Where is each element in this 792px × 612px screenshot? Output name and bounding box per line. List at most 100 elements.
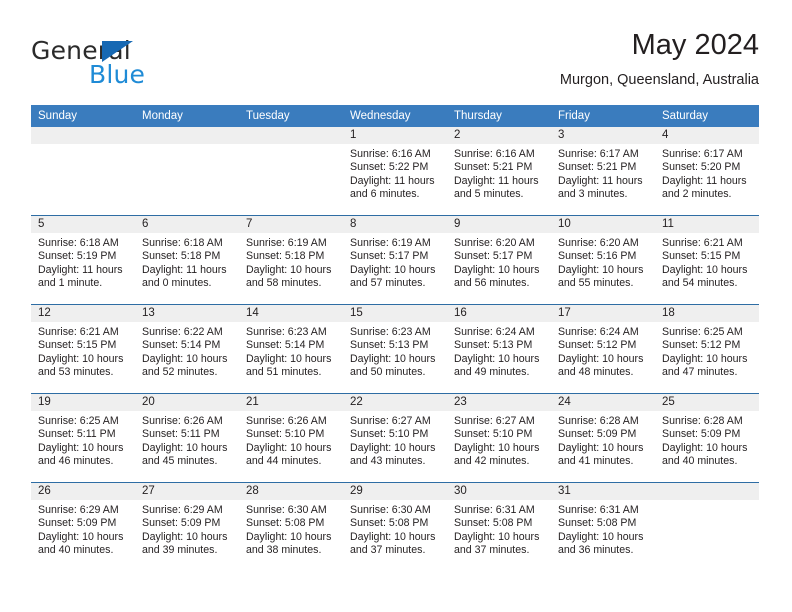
daylight-text-line1: Daylight: 10 hours bbox=[350, 263, 436, 276]
day-sun-info: Sunrise: 6:26 AM Sunset: 5:10 PM Daylight:… bbox=[239, 411, 343, 469]
daylight-text-line2: and 39 minutes. bbox=[142, 544, 218, 557]
day-number: 11 bbox=[655, 216, 759, 233]
daylight-text-line2: and 58 minutes. bbox=[246, 277, 322, 290]
calendar-cell-day[interactable]: 24 Sunrise: 6:28 AM Sunset: 5:09 PM Dayligh… bbox=[551, 393, 655, 483]
calendar-cell-day[interactable]: 9 Sunrise: 6:20 AM Sunset: 5:17 PM Daylight… bbox=[447, 215, 551, 305]
calendar-cell-day[interactable]: 31 Sunrise: 6:31 AM Sunset: 5:08 PM Dayligh… bbox=[551, 482, 655, 571]
day-cell: 26 Sunrise: 6:29 AM Sunset: 5:09 PM Dayligh… bbox=[31, 483, 135, 571]
day-cell: 25 Sunrise: 6:28 AM Sunset: 5:09 PM Dayligh… bbox=[655, 394, 759, 482]
calendar-cell-day[interactable]: 1 Sunrise: 6:16 AM Sunset: 5:22 PM Daylight… bbox=[343, 127, 447, 216]
calendar-cell-day[interactable]: 27 Sunrise: 6:29 AM Sunset: 5:09 PM Dayligh… bbox=[135, 482, 239, 571]
daylight-text-line2: and 45 minutes. bbox=[142, 455, 218, 468]
sunset-text: Sunset: 5:09 PM bbox=[142, 517, 221, 530]
day-sun-info: Sunrise: 6:29 AM Sunset: 5:09 PM Daylight:… bbox=[135, 500, 239, 558]
sunset-text: Sunset: 5:15 PM bbox=[38, 339, 117, 352]
calendar-cell-day[interactable]: 3 Sunrise: 6:17 AM Sunset: 5:21 PM Daylight… bbox=[551, 127, 655, 216]
day-number: 30 bbox=[447, 483, 551, 500]
calendar-cell-day[interactable]: 18 Sunrise: 6:25 AM Sunset: 5:12 PM Dayligh… bbox=[655, 304, 759, 394]
sunrise-text: Sunrise: 6:22 AM bbox=[142, 326, 223, 338]
daylight-text-line1: Daylight: 11 hours bbox=[454, 174, 539, 187]
day-cell: 5 Sunrise: 6:18 AM Sunset: 5:19 PM Daylight… bbox=[31, 216, 135, 304]
calendar-cell-day[interactable]: 11 Sunrise: 6:21 AM Sunset: 5:15 PM Dayligh… bbox=[655, 215, 759, 305]
day-cell: 15 Sunrise: 6:23 AM Sunset: 5:13 PM Dayligh… bbox=[343, 305, 447, 393]
day-number: 27 bbox=[135, 483, 239, 500]
calendar-cell-day[interactable]: 20 Sunrise: 6:26 AM Sunset: 5:11 PM Dayligh… bbox=[135, 393, 239, 483]
calendar-cell-day[interactable]: 5 Sunrise: 6:18 AM Sunset: 5:19 PM Daylight… bbox=[31, 215, 135, 305]
daylight-text-line2: and 40 minutes. bbox=[662, 455, 738, 468]
calendar-cell-day[interactable]: 16 Sunrise: 6:24 AM Sunset: 5:13 PM Dayligh… bbox=[447, 304, 551, 394]
daylight-text-line2: and 2 minutes. bbox=[662, 188, 732, 201]
calendar-cell-day[interactable]: 30 Sunrise: 6:31 AM Sunset: 5:08 PM Dayligh… bbox=[447, 482, 551, 571]
sunset-text: Sunset: 5:16 PM bbox=[558, 250, 637, 263]
day-number: 2 bbox=[447, 127, 551, 144]
calendar-cell-day[interactable]: 17 Sunrise: 6:24 AM Sunset: 5:12 PM Dayligh… bbox=[551, 304, 655, 394]
day-number: 16 bbox=[447, 305, 551, 322]
day-number: 26 bbox=[31, 483, 135, 500]
sunset-text: Sunset: 5:21 PM bbox=[454, 161, 533, 174]
sunrise-text: Sunrise: 6:25 AM bbox=[38, 415, 119, 427]
day-cell: 20 Sunrise: 6:26 AM Sunset: 5:11 PM Dayligh… bbox=[135, 394, 239, 482]
calendar-cell-day[interactable]: 29 Sunrise: 6:30 AM Sunset: 5:08 PM Dayligh… bbox=[343, 482, 447, 571]
daylight-text-line1: Daylight: 10 hours bbox=[558, 352, 644, 365]
calendar-cell-day[interactable]: 13 Sunrise: 6:22 AM Sunset: 5:14 PM Dayligh… bbox=[135, 304, 239, 394]
day-number: 10 bbox=[551, 216, 655, 233]
daylight-text-line2: and 56 minutes. bbox=[454, 277, 530, 290]
day-number: 23 bbox=[447, 394, 551, 411]
calendar-cell-day[interactable]: 8 Sunrise: 6:19 AM Sunset: 5:17 PM Daylight… bbox=[343, 215, 447, 305]
sunrise-text: Sunrise: 6:19 AM bbox=[246, 237, 327, 249]
daylight-text-line1: Daylight: 11 hours bbox=[350, 174, 435, 187]
day-number bbox=[135, 127, 239, 144]
calendar-cell-day[interactable]: 15 Sunrise: 6:23 AM Sunset: 5:13 PM Dayligh… bbox=[343, 304, 447, 394]
calendar-cell-day[interactable]: 7 Sunrise: 6:19 AM Sunset: 5:18 PM Daylight… bbox=[239, 215, 343, 305]
sunrise-text: Sunrise: 6:17 AM bbox=[662, 148, 743, 160]
calendar-cell-day[interactable]: 12 Sunrise: 6:21 AM Sunset: 5:15 PM Dayligh… bbox=[31, 304, 135, 394]
day-sun-info: Sunrise: 6:29 AM Sunset: 5:09 PM Daylight:… bbox=[31, 500, 135, 558]
day-cell: 16 Sunrise: 6:24 AM Sunset: 5:13 PM Dayligh… bbox=[447, 305, 551, 393]
calendar-cell-day[interactable]: 26 Sunrise: 6:29 AM Sunset: 5:09 PM Dayligh… bbox=[31, 482, 135, 571]
sunset-text: Sunset: 5:11 PM bbox=[142, 428, 220, 441]
sunrise-text: Sunrise: 6:25 AM bbox=[662, 326, 743, 338]
sunset-text: Sunset: 5:10 PM bbox=[350, 428, 429, 441]
sunrise-text: Sunrise: 6:17 AM bbox=[558, 148, 639, 160]
sunset-text: Sunset: 5:12 PM bbox=[662, 339, 741, 352]
day-sun-info: Sunrise: 6:21 AM Sunset: 5:15 PM Daylight:… bbox=[31, 322, 135, 380]
sunset-text: Sunset: 5:14 PM bbox=[142, 339, 221, 352]
daylight-text-line1: Daylight: 10 hours bbox=[350, 352, 436, 365]
day-cell: 22 Sunrise: 6:27 AM Sunset: 5:10 PM Dayligh… bbox=[343, 394, 447, 482]
calendar-cell-day[interactable]: 6 Sunrise: 6:18 AM Sunset: 5:18 PM Daylight… bbox=[135, 215, 239, 305]
daylight-text-line1: Daylight: 10 hours bbox=[558, 530, 644, 543]
daylight-text-line2: and 49 minutes. bbox=[454, 366, 530, 379]
calendar-cell-day[interactable]: 14 Sunrise: 6:23 AM Sunset: 5:14 PM Dayligh… bbox=[239, 304, 343, 394]
day-cell: 24 Sunrise: 6:28 AM Sunset: 5:09 PM Dayligh… bbox=[551, 394, 655, 482]
calendar-cell-day[interactable]: 19 Sunrise: 6:25 AM Sunset: 5:11 PM Dayligh… bbox=[31, 393, 135, 483]
day-number: 31 bbox=[551, 483, 655, 500]
day-sun-info: Sunrise: 6:16 AM Sunset: 5:21 PM Daylight:… bbox=[447, 144, 551, 202]
calendar-cell-day[interactable]: 23 Sunrise: 6:27 AM Sunset: 5:10 PM Dayligh… bbox=[447, 393, 551, 483]
general-blue-logo[interactable]: General Blue bbox=[31, 36, 251, 92]
day-sun-info: Sunrise: 6:30 AM Sunset: 5:08 PM Daylight:… bbox=[239, 500, 343, 558]
day-cell bbox=[239, 127, 343, 215]
calendar-cell-empty bbox=[239, 127, 343, 216]
daylight-text-line1: Daylight: 10 hours bbox=[454, 263, 540, 276]
sunrise-text: Sunrise: 6:28 AM bbox=[662, 415, 743, 427]
calendar-cell-day[interactable]: 10 Sunrise: 6:20 AM Sunset: 5:16 PM Dayligh… bbox=[551, 215, 655, 305]
weekday-header-friday: Friday bbox=[551, 105, 655, 127]
daylight-text-line1: Daylight: 10 hours bbox=[662, 352, 748, 365]
day-sun-info: Sunrise: 6:24 AM Sunset: 5:12 PM Daylight:… bbox=[551, 322, 655, 380]
daylight-text-line2: and 51 minutes. bbox=[246, 366, 322, 379]
day-sun-info: Sunrise: 6:17 AM Sunset: 5:21 PM Daylight:… bbox=[551, 144, 655, 202]
sunrise-text: Sunrise: 6:21 AM bbox=[662, 237, 743, 249]
calendar-cell-day[interactable]: 25 Sunrise: 6:28 AM Sunset: 5:09 PM Dayligh… bbox=[655, 393, 759, 483]
calendar-cell-day[interactable]: 21 Sunrise: 6:26 AM Sunset: 5:10 PM Dayligh… bbox=[239, 393, 343, 483]
calendar-cell-day[interactable]: 28 Sunrise: 6:30 AM Sunset: 5:08 PM Dayligh… bbox=[239, 482, 343, 571]
daylight-text-line2: and 42 minutes. bbox=[454, 455, 530, 468]
day-cell: 23 Sunrise: 6:27 AM Sunset: 5:10 PM Dayligh… bbox=[447, 394, 551, 482]
calendar-cell-day[interactable]: 22 Sunrise: 6:27 AM Sunset: 5:10 PM Dayligh… bbox=[343, 393, 447, 483]
sunset-text: Sunset: 5:09 PM bbox=[38, 517, 117, 530]
daylight-text-line1: Daylight: 10 hours bbox=[350, 441, 436, 454]
day-sun-info: Sunrise: 6:20 AM Sunset: 5:16 PM Daylight:… bbox=[551, 233, 655, 291]
calendar-cell-day[interactable]: 2 Sunrise: 6:16 AM Sunset: 5:21 PM Daylight… bbox=[447, 127, 551, 216]
calendar-cell-day[interactable]: 4 Sunrise: 6:17 AM Sunset: 5:20 PM Daylight… bbox=[655, 127, 759, 216]
sunset-text: Sunset: 5:08 PM bbox=[246, 517, 325, 530]
daylight-text-line1: Daylight: 11 hours bbox=[662, 174, 747, 187]
